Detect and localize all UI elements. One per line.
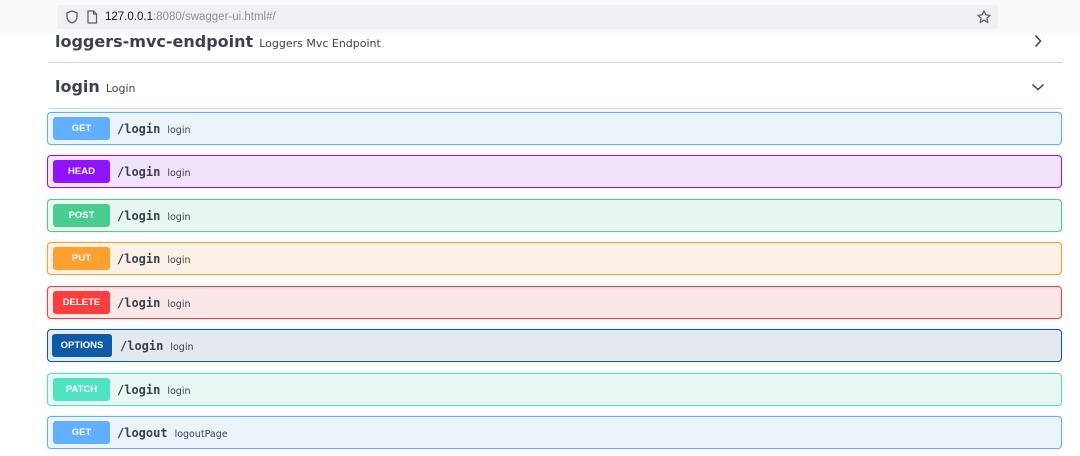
tag-description: Login xyxy=(105,82,136,95)
method-badge: PUT xyxy=(53,247,110,270)
method-badge: DELETE xyxy=(53,291,110,314)
operation-path: /login xyxy=(117,296,161,310)
star-icon[interactable] xyxy=(976,9,992,25)
method-badge: GET xyxy=(53,421,110,444)
operation-row-head-login[interactable]: HEAD /login login xyxy=(47,155,1062,188)
page-icon[interactable] xyxy=(86,10,98,24)
chevron-right-icon[interactable] xyxy=(1030,33,1046,49)
tag-section-loggers-mvc-endpoint[interactable]: loggers-mvc-endpoint Loggers Mvc Endpoint xyxy=(48,28,1062,63)
operation-path: /login xyxy=(117,165,161,179)
operation-path-line: /login login xyxy=(117,251,191,269)
method-badge: HEAD xyxy=(53,160,110,183)
operation-summary: login xyxy=(167,255,191,266)
operation-summary: login xyxy=(167,386,191,397)
operation-row-options-login[interactable]: OPTIONS /login login xyxy=(47,329,1062,362)
operation-row-delete-login[interactable]: DELETE /login login xyxy=(47,286,1062,319)
operation-summary: login xyxy=(167,168,191,179)
operation-path: /login xyxy=(117,122,161,136)
operation-row-put-login[interactable]: PUT /login login xyxy=(47,242,1062,275)
operation-path-line: /login login xyxy=(117,164,191,182)
tag-name: loggers-mvc-endpoint xyxy=(55,32,254,51)
url-path: :8080/swagger-ui.html#/ xyxy=(152,11,276,23)
operation-summary: login xyxy=(167,299,191,310)
method-badge: GET xyxy=(53,117,110,140)
operation-path: /login xyxy=(117,209,161,223)
tag-title: login Login xyxy=(55,78,136,98)
operation-summary: logoutPage xyxy=(174,429,228,440)
operation-path-line: /logout logoutPage xyxy=(117,425,228,443)
tag-name: login xyxy=(55,77,100,96)
chevron-down-icon[interactable] xyxy=(1030,79,1046,95)
method-badge: POST xyxy=(53,204,110,227)
operation-path-line: /login login xyxy=(117,208,191,226)
operation-path: /login xyxy=(117,383,161,397)
operation-path-line: /login login xyxy=(117,382,191,400)
operation-summary: login xyxy=(167,212,191,223)
operation-path-line: /login login xyxy=(117,295,191,313)
address-bar[interactable]: 127.0.0.1:8080/swagger-ui.html#/ xyxy=(57,5,998,29)
operation-summary: login xyxy=(167,125,191,136)
method-badge: OPTIONS xyxy=(52,334,112,357)
operation-summary: login xyxy=(170,342,194,353)
operation-row-get-login[interactable]: GET /login login xyxy=(47,112,1062,145)
operation-path-line: /login login xyxy=(117,121,191,139)
url-text[interactable]: 127.0.0.1:8080/swagger-ui.html#/ xyxy=(105,10,276,24)
operation-path-line: /login login xyxy=(120,338,194,356)
method-badge: PATCH xyxy=(53,378,110,401)
operation-row-post-login[interactable]: POST /login login xyxy=(47,199,1062,232)
operation-row-get-logout[interactable]: GET /logout logoutPage xyxy=(47,416,1062,449)
tag-description: Loggers Mvc Endpoint xyxy=(259,37,381,50)
tag-section-login[interactable]: login Login xyxy=(48,63,1062,109)
tag-title: loggers-mvc-endpoint Loggers Mvc Endpoint xyxy=(55,33,381,53)
operation-path: /login xyxy=(117,252,161,266)
operation-row-patch-login[interactable]: PATCH /login login xyxy=(47,373,1062,406)
url-host: 127.0.0.1 xyxy=(105,11,153,23)
operation-path: /login xyxy=(120,339,164,353)
shield-icon[interactable] xyxy=(65,10,79,24)
operation-path: /logout xyxy=(117,426,168,440)
